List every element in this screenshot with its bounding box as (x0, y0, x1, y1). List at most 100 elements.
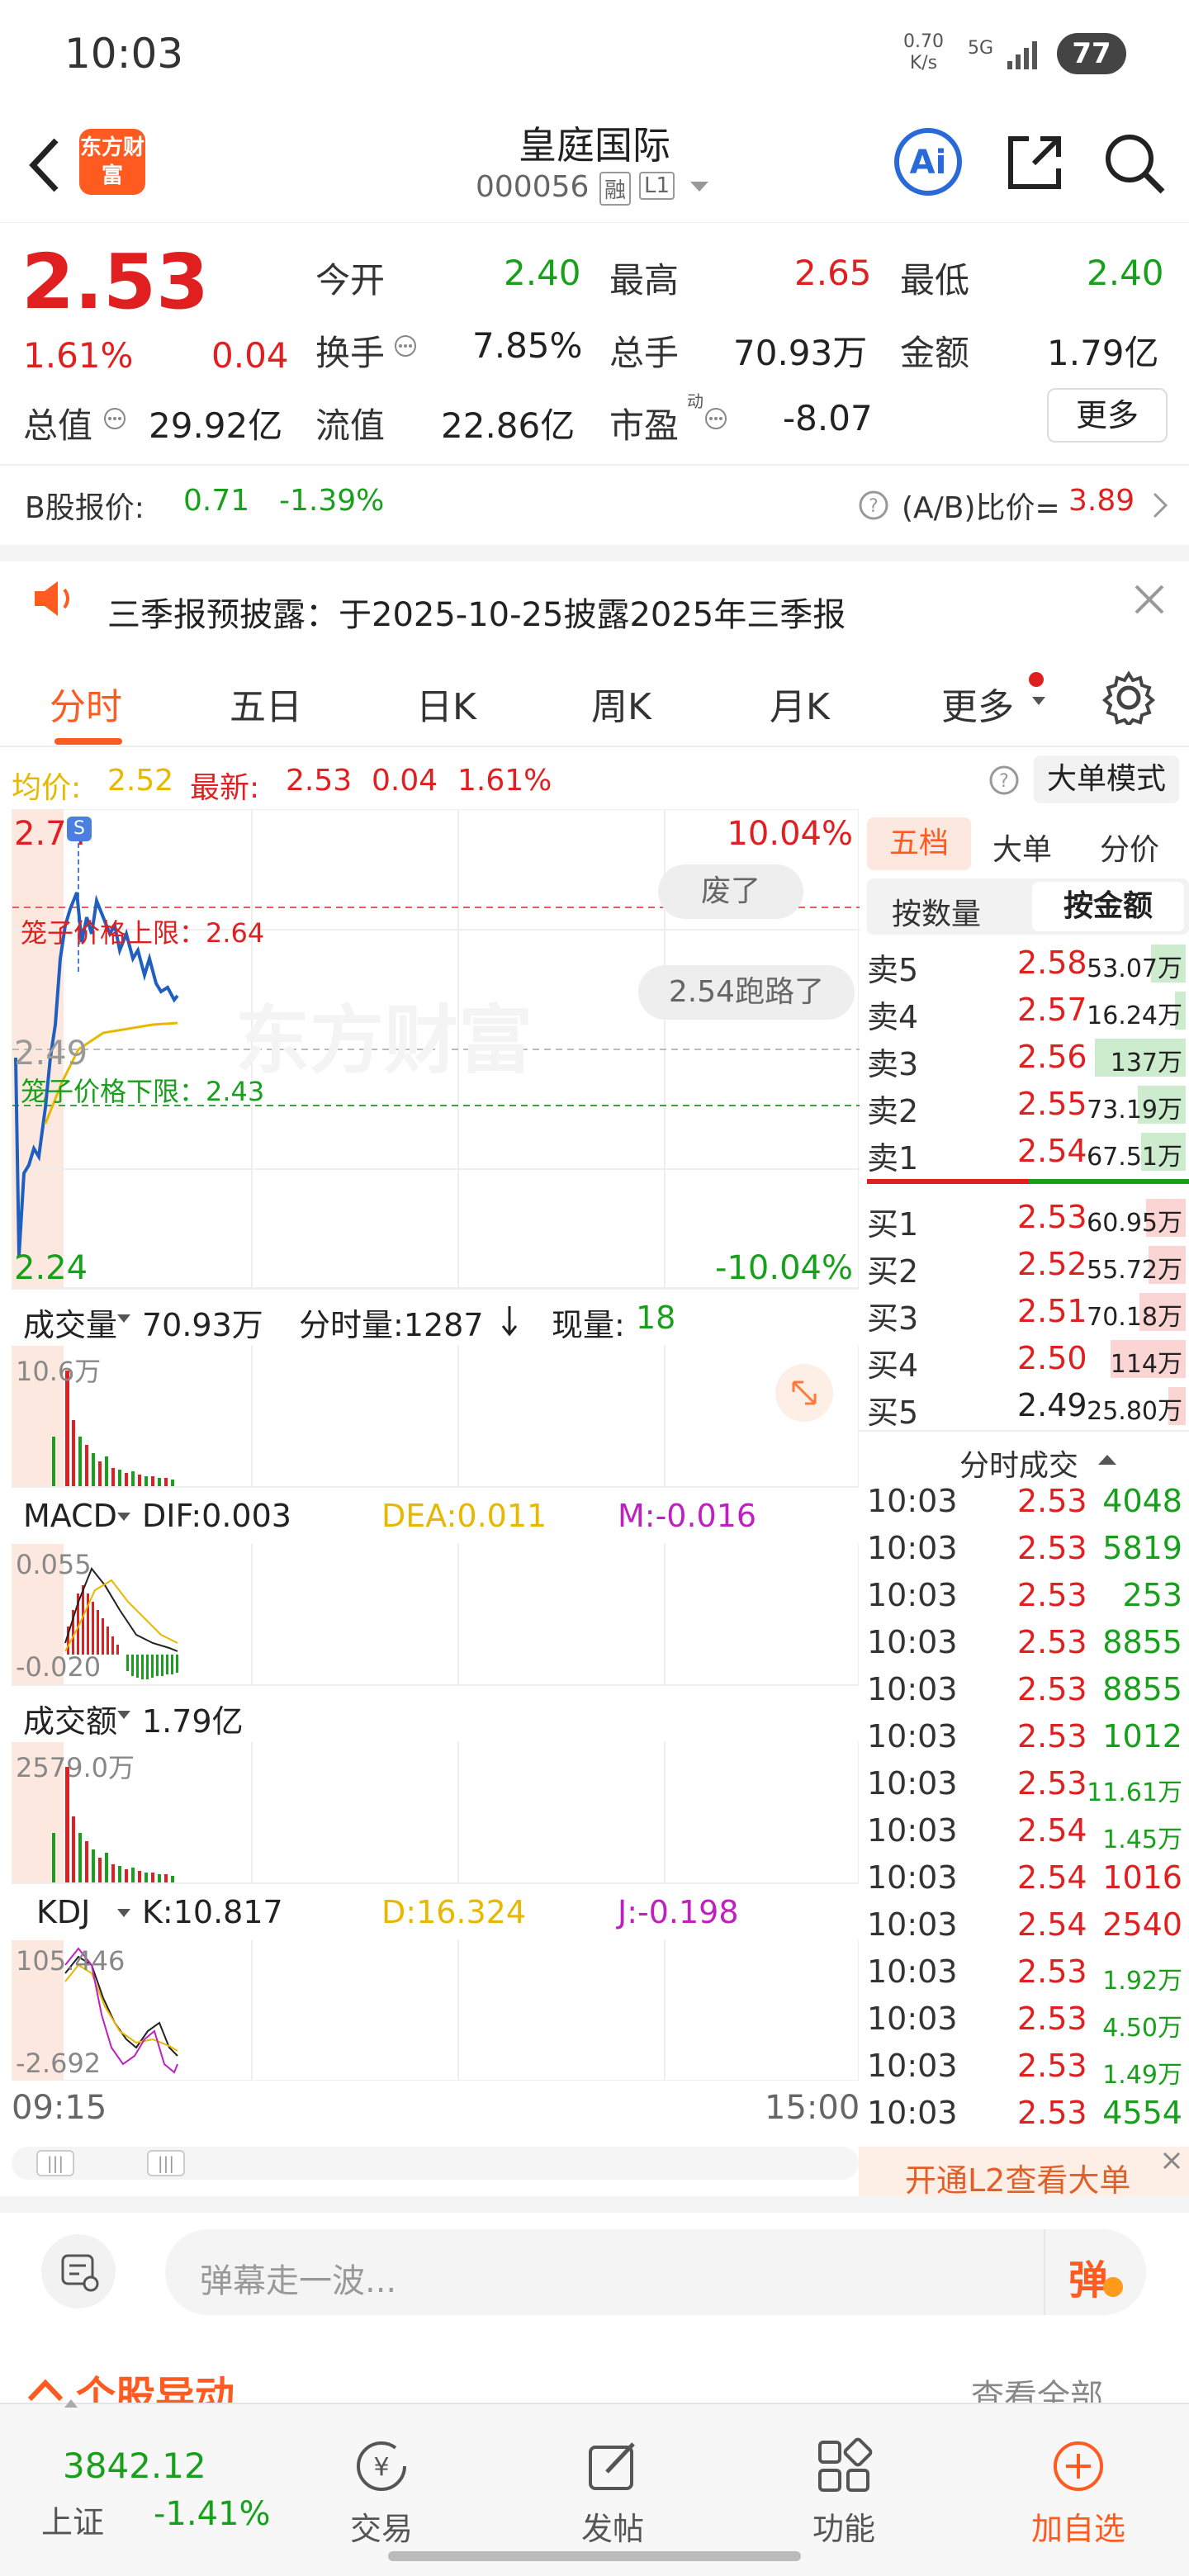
tab-five-level[interactable]: 五档 (867, 817, 971, 870)
back-icon[interactable] (20, 132, 69, 198)
tick-time: 10:03 (867, 1624, 958, 1660)
range-scroller[interactable]: ||| ||| (12, 2147, 859, 2180)
bid-row[interactable]: 买1 2.53 60.95万 (867, 1194, 1189, 1243)
volume-selector[interactable]: 成交量 (23, 1300, 117, 1345)
bshare-label: B股报价: (25, 491, 144, 525)
search-icon[interactable] (1101, 130, 1168, 197)
tick-time: 10:03 (867, 1483, 958, 1519)
bid-level-label: 买1 (867, 1206, 919, 1243)
status-time: 10:03 (64, 30, 184, 78)
info-icon[interactable] (393, 334, 418, 358)
macd-panel[interactable]: 0.055 -0.020 (12, 1544, 859, 1684)
settings-icon[interactable] (1101, 670, 1156, 725)
ask-row[interactable]: 卖2 2.55 73.19万 (867, 1081, 1189, 1129)
avg-value: 2.52 (107, 764, 174, 798)
pe-value: -8.07 (783, 398, 873, 438)
notice-bar[interactable]: 三季报预披露：于2025-10-25披露2025年三季报 (0, 561, 1189, 652)
dropdown-icon (1032, 697, 1045, 705)
close-icon[interactable] (1131, 581, 1168, 618)
dropdown-icon[interactable] (689, 178, 710, 195)
tab-monthly[interactable]: 月K (770, 677, 830, 730)
by-quantity-button[interactable]: 按数量 (892, 890, 981, 933)
tab-price-split[interactable]: 分价 (1100, 826, 1159, 869)
ask-row[interactable]: 卖3 2.56 137万 (867, 1034, 1189, 1082)
open-value: 2.40 (504, 253, 581, 293)
expand-button[interactable] (775, 1364, 833, 1422)
tick-price: 2.53 (1017, 1718, 1087, 1754)
down-arrow-icon (501, 1306, 518, 1337)
tab-large-order[interactable]: 大单 (992, 826, 1052, 869)
y-mid: 2.49 (14, 1035, 88, 1073)
b-share-row[interactable]: B股报价: 0.71 -1.39% ? (A/B)比价= 3.89 (0, 471, 1189, 545)
bid-row[interactable]: 买2 2.52 55.72万 (867, 1241, 1189, 1290)
dropdown-icon (117, 1314, 130, 1323)
tab-5day[interactable]: 五日 (230, 677, 302, 730)
bid-row[interactable]: 买5 2.49 25.80万 (867, 1382, 1189, 1431)
close-icon[interactable] (1159, 2148, 1184, 2173)
tick-price: 2.54 (1017, 1812, 1087, 1849)
svg-text:¥: ¥ (373, 2453, 389, 2482)
bid-volume: 114万 (1110, 1350, 1182, 1379)
nav-function[interactable]: 功能 (778, 2437, 910, 2549)
more-button[interactable]: 更多 (1047, 388, 1168, 443)
stock-title: 皇庭国际 (519, 123, 670, 168)
index-value[interactable]: 3842.12 (63, 2446, 206, 2486)
ask-row[interactable]: 卖1 2.54 67.51万 (867, 1128, 1189, 1177)
ask-row[interactable]: 卖5 2.58 53.07万 (867, 940, 1189, 988)
help-icon[interactable]: ? (988, 764, 1021, 797)
nav-add-watchlist[interactable]: 加自选 (1012, 2437, 1144, 2549)
chevron-up-icon (27, 2379, 64, 2402)
intraday-chart[interactable]: 东方财富 2.74 2.49 2.24 10.04% -10.04% 笼子价格上… (12, 809, 860, 1289)
nav-trade[interactable]: ¥ 交易 (315, 2437, 448, 2549)
ask-volume: 73.19万 (1087, 1096, 1182, 1125)
tick-time: 10:03 (867, 1718, 958, 1754)
latest-chg: 0.04 (372, 764, 438, 798)
kdj-selector[interactable]: KDJ (36, 1894, 90, 1930)
danmu-input[interactable]: 弹幕走一波... 弹 (165, 2229, 1146, 2315)
danmu-send-button[interactable]: 弹 (1044, 2229, 1146, 2315)
view-all-link[interactable]: 查看全部 (971, 2370, 1103, 2403)
ask-row[interactable]: 卖4 2.57 16.24万 (867, 987, 1189, 1035)
now-value: 18 (636, 1300, 676, 1336)
watermark: 东方财富 (235, 997, 533, 1084)
range-handle-left[interactable]: ||| (36, 2150, 74, 2176)
macd-selector[interactable]: MACD (23, 1498, 117, 1534)
last-price: 2.53 (21, 238, 209, 326)
tab-weekly[interactable]: 周K (591, 677, 651, 730)
bid-row[interactable]: 买3 2.51 70.18万 (867, 1288, 1189, 1337)
tick-price: 2.53 (1017, 2001, 1087, 2037)
ratio-value: 3.89 (1068, 484, 1135, 518)
bid-row[interactable]: 买4 2.50 114万 (867, 1335, 1189, 1384)
tab-more[interactable]: 更多 (941, 677, 1014, 730)
pct-top: 10.04% (727, 815, 853, 853)
avg-label: 均价: (12, 771, 82, 805)
plus-circle-icon (1054, 2441, 1103, 2491)
kdj-panel[interactable]: 105.446 -2.692 (12, 1940, 859, 2081)
share-icon[interactable] (1004, 130, 1067, 193)
danmu-send-label: 弹 (1068, 2257, 1109, 2304)
s-badge[interactable]: S (67, 817, 92, 841)
ask-price: 2.56 (1017, 1039, 1087, 1075)
bshare-price: 0.71 (183, 484, 250, 518)
amount-selector[interactable]: 成交额 (23, 1696, 117, 1741)
help-icon[interactable]: ? (857, 489, 890, 522)
info-icon[interactable] (102, 406, 127, 431)
nav-post[interactable]: 发帖 (547, 2437, 679, 2549)
ai-icon[interactable]: Ai (893, 127, 963, 197)
index-name: 上证 (41, 2504, 105, 2540)
range-handle-right[interactable]: ||| (147, 2150, 185, 2176)
by-amount-button[interactable]: 按金额 (1032, 882, 1184, 931)
tab-intraday[interactable]: 分时 (50, 677, 122, 730)
danmu-settings-button[interactable] (41, 2234, 116, 2308)
tick-time: 10:03 (867, 1577, 958, 1613)
bid-price: 2.53 (1017, 1199, 1087, 1235)
l2-banner[interactable]: 开通L2查看大单 (859, 2147, 1189, 2199)
tab-daily[interactable]: 日K (416, 677, 476, 730)
amount-panel[interactable]: 2579.0万 (12, 1742, 859, 1882)
bid-level-label: 买4 (867, 1347, 919, 1384)
volume-panel[interactable]: 10.6万 (12, 1346, 859, 1486)
large-order-mode-button[interactable]: 大单模式 (1034, 755, 1179, 803)
info-icon[interactable] (703, 406, 728, 431)
tick-time: 10:03 (867, 1812, 958, 1849)
volume-total: 70.93万 (142, 1307, 263, 1343)
